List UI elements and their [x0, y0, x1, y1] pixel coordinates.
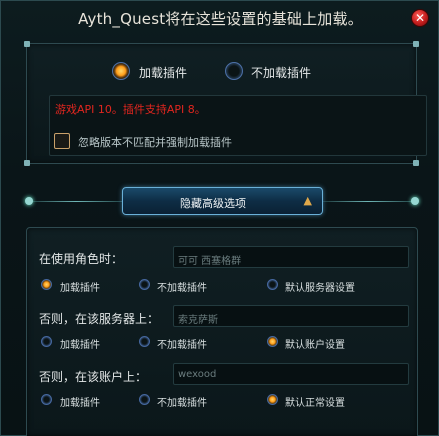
character-default-label[interactable]: 默认服务器设置	[285, 279, 355, 294]
force-load-checkbox[interactable]	[54, 133, 70, 149]
character-name-field[interactable]: 可可 西塞格群	[173, 246, 409, 268]
divider-dot-icon	[25, 197, 33, 205]
version-warning-box: 游戏API 10。插件支持API 8。 忽略版本不匹配并强制加载插件	[49, 95, 427, 156]
advanced-options-panel: 在使用角色时： 可可 西塞格群 加载插件 不加载插件 默认服务器设置 否则，在该…	[26, 227, 418, 436]
close-button[interactable]: ✕	[411, 9, 429, 27]
server-name-field[interactable]: 索克萨斯	[173, 305, 409, 327]
divider-line-left	[29, 201, 123, 202]
account-dont-load-radio[interactable]	[139, 394, 150, 405]
account-dont-load-label[interactable]: 不加载插件	[157, 394, 207, 409]
version-error-text: 游戏API 10。插件支持API 8。	[55, 103, 206, 116]
toggle-advanced-options-button[interactable]: 隐藏高级选项 ▲	[122, 187, 323, 215]
account-section-label: 否则，在该账户上：	[39, 370, 148, 384]
server-dont-load-label[interactable]: 不加载插件	[157, 336, 207, 351]
server-default-label[interactable]: 默认账户设置	[285, 336, 345, 351]
server-dont-load-radio[interactable]	[139, 336, 150, 347]
load-mode-panel: 加载插件 不加载插件 游戏API 10。插件支持API 8。 忽略版本不匹配并强…	[24, 41, 427, 166]
window-title: Ayth_Quest将在这些设置的基础上加载。	[78, 10, 363, 28]
server-section-label: 否则，在该服务器上：	[39, 312, 160, 326]
panel-corner-ornament	[24, 160, 30, 166]
load-mode-radio-group: 加载插件 不加载插件	[27, 62, 416, 82]
account-name-field[interactable]: wexood	[173, 363, 409, 385]
panel-corner-ornament	[413, 41, 419, 47]
server-load-label[interactable]: 加载插件	[60, 336, 100, 351]
character-dont-load-radio[interactable]	[139, 279, 150, 290]
server-load-radio[interactable]	[41, 336, 52, 347]
panel-corner-ornament	[24, 41, 30, 47]
account-load-radio[interactable]	[41, 394, 52, 405]
divider-dot-icon	[411, 197, 419, 205]
dont-load-plugin-label[interactable]: 不加载插件	[251, 64, 311, 81]
close-icon: ✕	[414, 11, 426, 25]
account-load-label[interactable]: 加载插件	[60, 394, 100, 409]
character-load-radio[interactable]	[41, 279, 52, 290]
character-section-label: 在使用角色时：	[39, 252, 124, 266]
load-plugin-label[interactable]: 加载插件	[139, 64, 187, 81]
account-default-label[interactable]: 默认正常设置	[285, 394, 345, 409]
load-plugin-radio[interactable]	[112, 62, 130, 80]
character-default-radio[interactable]	[267, 279, 278, 290]
chevron-up-icon: ▲	[303, 194, 312, 207]
toggle-advanced-label: 隐藏高级选项	[180, 197, 246, 210]
server-default-radio[interactable]	[267, 336, 278, 347]
panel-corner-ornament	[413, 160, 419, 166]
force-load-label[interactable]: 忽略版本不匹配并强制加载插件	[78, 134, 232, 150]
dont-load-plugin-radio[interactable]	[225, 62, 243, 80]
character-load-label[interactable]: 加载插件	[60, 279, 100, 294]
account-default-radio[interactable]	[267, 394, 278, 405]
character-dont-load-label[interactable]: 不加载插件	[157, 279, 207, 294]
divider-line-right	[322, 201, 414, 202]
plugin-settings-window: Ayth_Quest将在这些设置的基础上加载。 ✕ 加载插件 不加载插件 游戏A…	[0, 0, 439, 436]
